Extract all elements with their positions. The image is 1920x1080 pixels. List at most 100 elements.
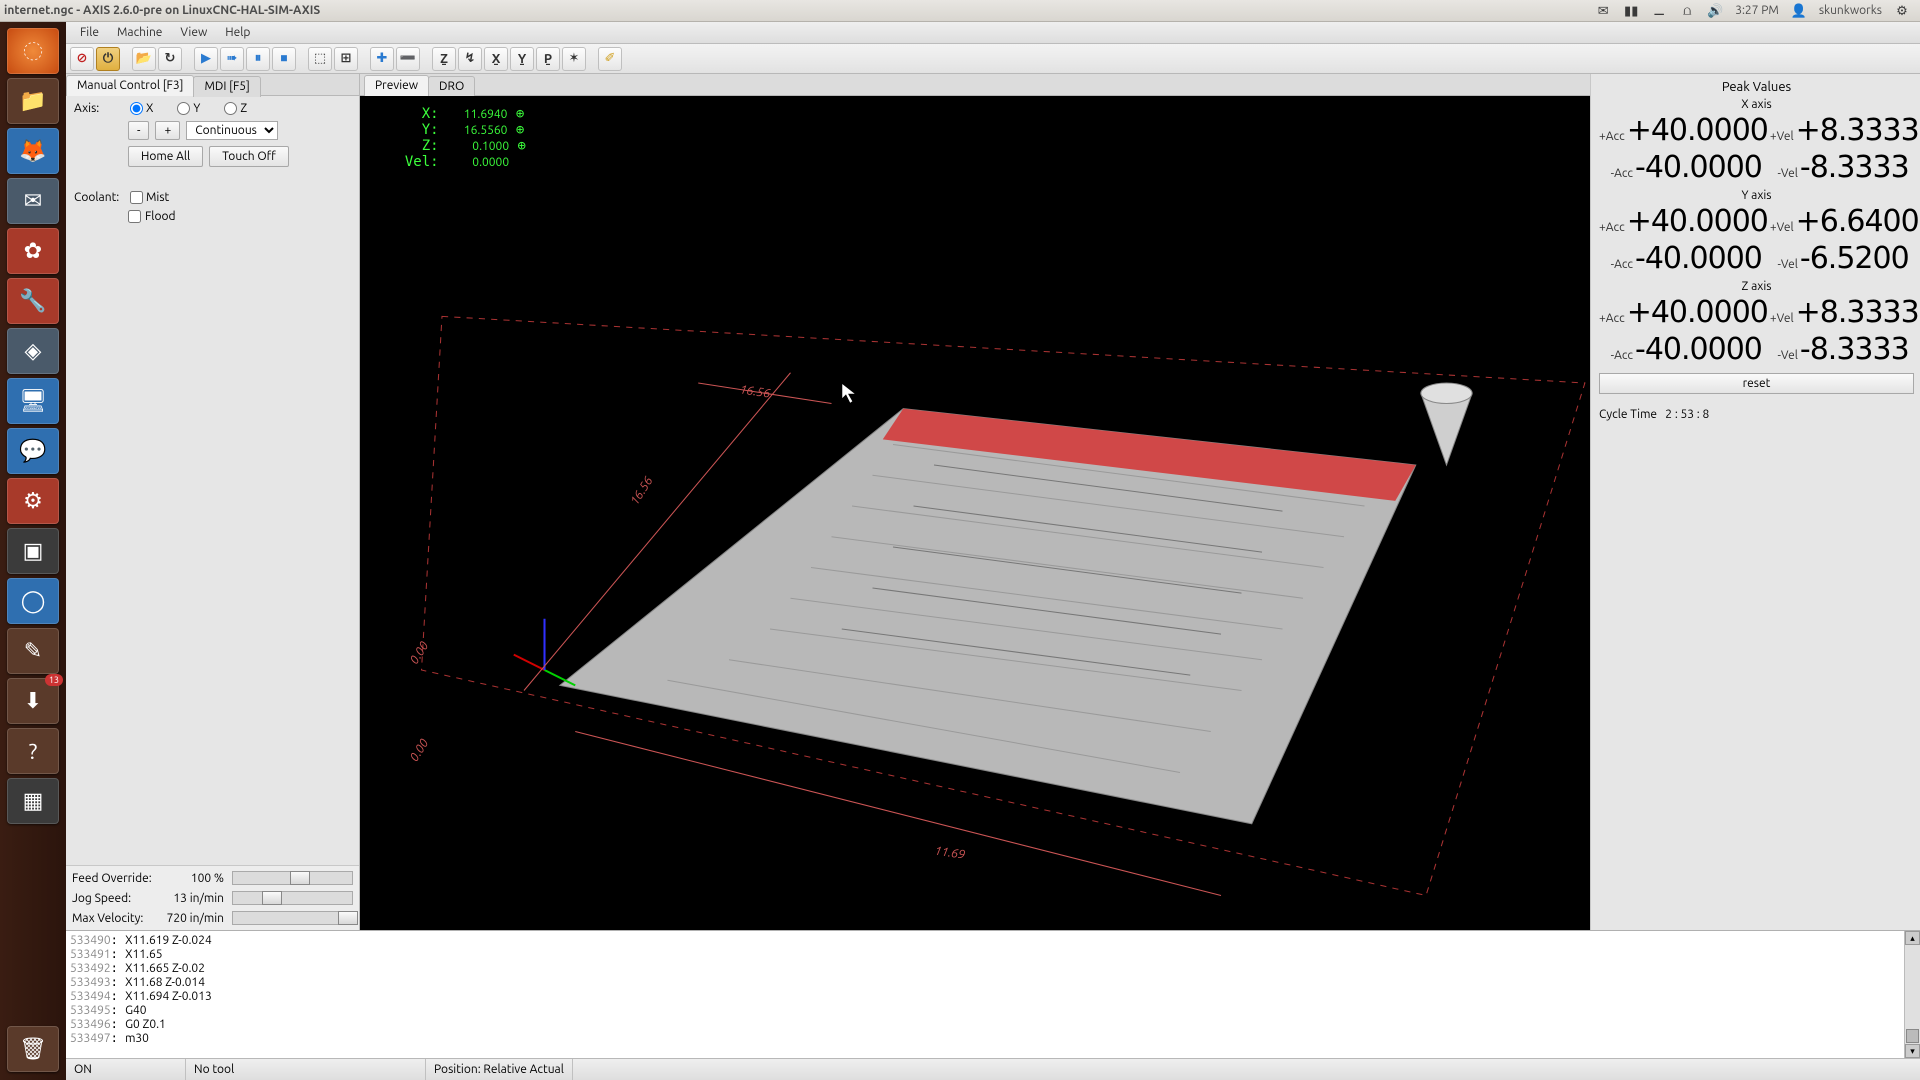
cursor-icon xyxy=(842,383,856,404)
launcher-thunderbird-icon[interactable]: ✉ xyxy=(7,178,59,224)
clock[interactable]: 3:27 PM xyxy=(1735,4,1779,17)
mail-icon[interactable]: ✉ xyxy=(1595,4,1611,18)
gcode-scrollbar[interactable]: ▴▾ xyxy=(1904,931,1920,1058)
flood-checkbox[interactable]: Flood xyxy=(128,210,351,223)
launcher-app-icon[interactable]: ✿ xyxy=(7,228,59,274)
status-tool: No tool xyxy=(186,1059,426,1080)
jog-mode-select[interactable]: Continuous xyxy=(186,121,278,140)
home-all-button[interactable]: Home All xyxy=(128,146,203,167)
launcher-workspace-icon[interactable]: ▦ xyxy=(7,778,59,824)
mist-checkbox[interactable]: Mist xyxy=(130,191,169,204)
tool-button[interactable]: ✶ xyxy=(562,47,586,71)
wifi-icon[interactable]: ⩍ xyxy=(1679,4,1695,18)
3d-preview-viewport[interactable]: X: 11.6940 ⊕ Y: 16.5560 ⊕ Z: 0.1000 ⊕ Ve… xyxy=(360,96,1590,930)
volume-icon[interactable]: 🔊 xyxy=(1707,4,1723,18)
launcher-virtualbox-icon[interactable]: ◈ xyxy=(7,328,59,374)
clear-x-button[interactable]: X̱ xyxy=(484,47,508,71)
status-on: ON xyxy=(66,1059,186,1080)
gear-icon[interactable]: ⚙ xyxy=(1894,4,1910,18)
launcher-trash-icon[interactable]: 🗑 xyxy=(7,1026,59,1072)
status-position: Position: Relative Actual xyxy=(426,1059,573,1080)
launcher-gear-icon[interactable]: ⚙ xyxy=(7,478,59,524)
axis-y-radio[interactable]: Y xyxy=(177,102,200,115)
username[interactable]: skunkworks xyxy=(1819,4,1882,17)
launcher-remote-icon[interactable]: 🖥 xyxy=(7,378,59,424)
launcher-help-icon[interactable]: ? xyxy=(7,728,59,774)
manual-control-panel: Manual Control [F3] MDI [F5] Axis: X Y Z… xyxy=(66,74,360,930)
axis-app: File Machine View Help ⊘ ⏻ 📂 ↻ ▶ ➠ ⏸ ⏹ ⬚… xyxy=(66,22,1920,1080)
menu-view[interactable]: View xyxy=(172,24,215,41)
launcher-software-icon[interactable]: ⬇13 xyxy=(7,678,59,724)
unity-launcher: ◌ 📁 🦊 ✉ ✿ 🔧 ◈ 🖥 💬 ⚙ ▣ ◯ ✎ ⬇13 ? ▦ 🗑 xyxy=(0,22,66,1080)
preview-panel: Preview DRO X: 11.6940 ⊕ Y: 16.5560 ⊕ Z:… xyxy=(360,74,1590,930)
svg-text:11.69: 11.69 xyxy=(934,845,966,862)
zoom-out-button[interactable]: ➖ xyxy=(396,47,420,71)
axis-label: Axis: xyxy=(74,102,124,115)
user-icon: 👤 xyxy=(1791,4,1807,18)
power-button[interactable]: ⏻ xyxy=(96,47,120,71)
os-menubar: internet.ngc - AXIS 2.6.0-pre on LinuxCN… xyxy=(0,0,1920,22)
zoom-in-button[interactable]: ✚ xyxy=(370,47,394,71)
cycle-time: Cycle Time 2 : 53 : 8 xyxy=(1599,402,1914,422)
run-button[interactable]: ▶ xyxy=(194,47,218,71)
tool-cone-icon xyxy=(1421,383,1472,465)
peak-title: Peak Values xyxy=(1599,80,1914,94)
peak-values-panel: Peak Values X axis +Acc+40.0000+Vel+8.33… xyxy=(1590,74,1920,930)
svg-text:16.56: 16.56 xyxy=(628,474,655,507)
jog-plus-button[interactable]: + xyxy=(155,121,180,140)
menu-file[interactable]: File xyxy=(72,24,107,41)
tab-mdi[interactable]: MDI [F5] xyxy=(193,76,260,97)
menu-machine[interactable]: Machine xyxy=(109,24,170,41)
tab-dro[interactable]: DRO xyxy=(428,76,475,97)
bluetooth-icon[interactable]: ⚊ xyxy=(1651,4,1667,18)
override-sliders: Feed Override: 100 % Jog Speed: 13 in/mi… xyxy=(66,865,359,930)
axis-z-radio[interactable]: Z xyxy=(224,102,247,115)
tab-manual-control[interactable]: Manual Control [F3] xyxy=(66,75,194,96)
launcher-settings-icon[interactable]: 🔧 xyxy=(7,278,59,324)
touch-off-button[interactable]: Touch Off xyxy=(209,146,289,167)
clear-y-button[interactable]: Y̱ xyxy=(510,47,534,71)
estop-button[interactable]: ⊘ xyxy=(70,47,94,71)
battery-icon[interactable]: ▮▮ xyxy=(1623,4,1639,18)
coolant-label: Coolant: xyxy=(74,191,124,204)
tab-preview[interactable]: Preview xyxy=(364,75,429,96)
launcher-editor-icon[interactable]: ✎ xyxy=(7,628,59,674)
status-bar: ON No tool Position: Relative Actual xyxy=(66,1058,1920,1080)
launcher-files-icon[interactable]: 📁 xyxy=(7,78,59,124)
jog-speed-slider[interactable] xyxy=(232,891,353,905)
gcode-listing[interactable]: 533490: X11.619 Z-0.024 533491: X11.65 5… xyxy=(66,930,1920,1058)
zoom-limits-button[interactable]: ⬚ xyxy=(308,47,332,71)
clear-p-button[interactable]: P̱ xyxy=(536,47,560,71)
open-button[interactable]: 📂 xyxy=(132,47,156,71)
system-tray: ✉ ▮▮ ⚊ ⩍ 🔊 3:27 PM 👤 skunkworks ⚙ xyxy=(1595,4,1916,18)
clear-plot-button[interactable]: ✐ xyxy=(598,47,622,71)
pause-button[interactable]: ⏸ xyxy=(246,47,270,71)
step-button[interactable]: ➠ xyxy=(220,47,244,71)
launcher-terminal-icon[interactable]: ▣ xyxy=(7,528,59,574)
svg-text:0.00: 0.00 xyxy=(408,639,432,666)
max-velocity-slider[interactable] xyxy=(232,911,353,925)
axis-x-radio[interactable]: X xyxy=(130,102,153,115)
app-toolbar: ⊘ ⏻ 📂 ↻ ▶ ➠ ⏸ ⏹ ⬚ ⊞ ✚ ➖ Ẕ ↯ X̱ Y̱ P̱ ✶ ✐ xyxy=(66,44,1920,74)
launcher-dash-icon[interactable]: ◌ xyxy=(7,28,59,74)
toolpath-svg: 11.69 16.56 16.56 0.00 0.00 xyxy=(360,96,1590,916)
launcher-badge: 13 xyxy=(45,674,63,686)
stop-button[interactable]: ⏹ xyxy=(272,47,296,71)
clear-z-button[interactable]: Ẕ xyxy=(432,47,456,71)
launcher-chat-icon[interactable]: 💬 xyxy=(7,428,59,474)
clear-g-button[interactable]: ↯ xyxy=(458,47,482,71)
app-menubar: File Machine View Help xyxy=(66,22,1920,44)
launcher-firefox-icon[interactable]: 🦊 xyxy=(7,128,59,174)
reset-button[interactable]: reset xyxy=(1599,373,1914,394)
menu-help[interactable]: Help xyxy=(217,24,258,41)
reload-button[interactable]: ↻ xyxy=(158,47,182,71)
svg-text:0.00: 0.00 xyxy=(408,737,432,764)
jog-speed-row: Jog Speed: 13 in/min xyxy=(72,888,353,908)
jog-minus-button[interactable]: - xyxy=(128,121,149,140)
feed-override-row: Feed Override: 100 % xyxy=(72,868,353,888)
feed-override-slider[interactable] xyxy=(232,871,353,885)
window-title: internet.ngc - AXIS 2.6.0-pre on LinuxCN… xyxy=(4,4,320,17)
launcher-chromium-icon[interactable]: ◯ xyxy=(7,578,59,624)
max-velocity-row: Max Velocity: 720 in/min xyxy=(72,908,353,928)
zoom-path-button[interactable]: ⊞ xyxy=(334,47,358,71)
